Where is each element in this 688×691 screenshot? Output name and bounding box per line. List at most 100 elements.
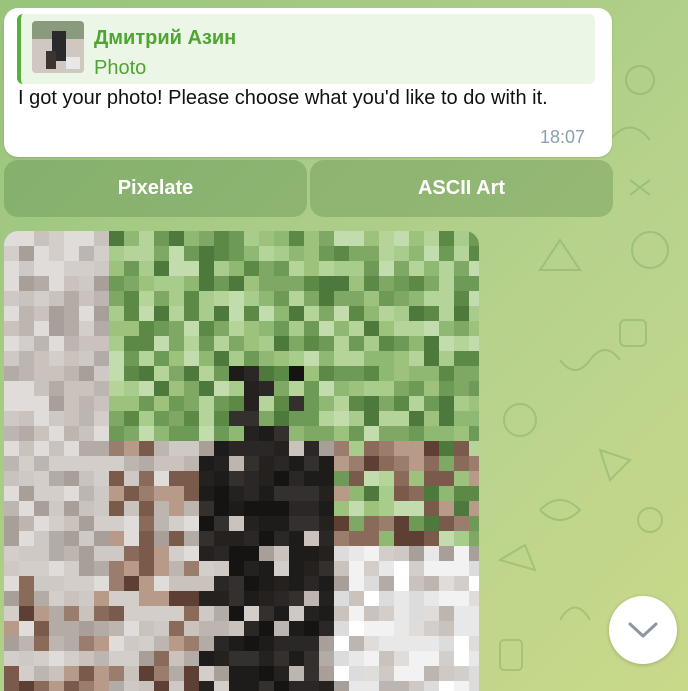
photo-pixel	[214, 651, 229, 666]
photo-pixel	[379, 456, 394, 471]
photo-pixel	[139, 486, 154, 501]
photo-pixel	[319, 456, 334, 471]
photo-pixel	[469, 486, 479, 501]
photo-pixel	[259, 576, 274, 591]
photo-pixel	[469, 396, 479, 411]
ascii-art-button[interactable]: ASCII Art	[310, 160, 613, 217]
photo-pixel	[199, 681, 214, 691]
photo-pixel	[364, 666, 379, 681]
chevron-down-icon	[628, 622, 658, 638]
photo-pixel	[244, 396, 259, 411]
photo-pixel	[184, 351, 199, 366]
photo-pixel	[424, 321, 439, 336]
photo-pixel	[409, 546, 424, 561]
photo-pixel	[349, 321, 364, 336]
photo-pixel	[364, 576, 379, 591]
photo-pixel	[34, 516, 49, 531]
photo-pixel	[124, 471, 139, 486]
photo-pixel	[274, 456, 289, 471]
photo-pixel	[49, 591, 64, 606]
photo-pixel	[94, 531, 109, 546]
reply-quote[interactable]: Дмитрий Азин Photo	[17, 14, 595, 84]
photo-pixel	[4, 516, 19, 531]
photo-pixel	[394, 636, 409, 651]
photo-pixel	[244, 336, 259, 351]
photo-pixel	[289, 666, 304, 681]
photo-pixel	[199, 306, 214, 321]
photo-pixel	[469, 306, 479, 321]
photo-pixel	[4, 351, 19, 366]
photo-pixel	[154, 591, 169, 606]
photo-pixel	[304, 381, 319, 396]
photo-pixel	[409, 381, 424, 396]
photo-pixel	[139, 651, 154, 666]
photo-pixel	[454, 651, 469, 666]
photo-pixel	[469, 516, 479, 531]
photo-pixel	[169, 501, 184, 516]
photo-pixel	[64, 516, 79, 531]
photo-pixel	[379, 351, 394, 366]
photo-pixel	[139, 321, 154, 336]
photo-pixel	[34, 351, 49, 366]
photo-pixel	[4, 366, 19, 381]
photo-pixel	[244, 291, 259, 306]
photo-pixel	[469, 441, 479, 456]
photo-pixel	[304, 426, 319, 441]
photo-pixel	[454, 486, 469, 501]
photo-pixel	[379, 231, 394, 246]
photo-pixel	[79, 471, 94, 486]
photo-pixel	[289, 291, 304, 306]
photo-pixel	[199, 456, 214, 471]
photo-pixel	[259, 381, 274, 396]
photo-pixel	[334, 411, 349, 426]
photo-pixel	[19, 381, 34, 396]
photo-pixel	[139, 546, 154, 561]
photo-pixel	[379, 441, 394, 456]
photo-pixel	[214, 666, 229, 681]
photo-pixel	[4, 336, 19, 351]
photo-pixel	[304, 576, 319, 591]
photo-pixel	[154, 516, 169, 531]
photo-pixel	[274, 486, 289, 501]
pixelated-photo[interactable]	[4, 231, 479, 691]
photo-pixel	[79, 591, 94, 606]
photo-pixel	[274, 246, 289, 261]
photo-pixel	[274, 681, 289, 691]
photo-pixel	[379, 681, 394, 691]
photo-pixel	[184, 561, 199, 576]
photo-pixel	[439, 411, 454, 426]
photo-pixel	[259, 456, 274, 471]
photo-pixel	[394, 426, 409, 441]
photo-pixel	[4, 606, 19, 621]
photo-pixel	[379, 321, 394, 336]
photo-pixel	[94, 351, 109, 366]
photo-pixel	[469, 411, 479, 426]
photo-pixel	[49, 246, 64, 261]
photo-pixel	[94, 231, 109, 246]
photo-pixel	[184, 246, 199, 261]
photo-pixel	[364, 231, 379, 246]
scroll-down-button[interactable]	[609, 596, 677, 664]
photo-pixel	[304, 681, 319, 691]
photo-pixel	[124, 576, 139, 591]
pixelate-button[interactable]: Pixelate	[4, 160, 307, 217]
photo-pixel	[214, 576, 229, 591]
photo-pixel	[454, 531, 469, 546]
photo-pixel	[139, 246, 154, 261]
photo-pixel	[94, 606, 109, 621]
photo-pixel	[229, 321, 244, 336]
photo-pixel	[229, 651, 244, 666]
photo-pixel	[424, 486, 439, 501]
photo-pixel	[19, 456, 34, 471]
photo-pixel	[214, 486, 229, 501]
photo-pixel	[94, 591, 109, 606]
photo-pixel	[439, 531, 454, 546]
photo-pixel	[379, 426, 394, 441]
photo-pixel	[34, 561, 49, 576]
photo-pixel	[259, 396, 274, 411]
photo-pixel	[94, 441, 109, 456]
photo-pixel	[409, 366, 424, 381]
photo-pixel	[409, 471, 424, 486]
photo-pixel	[409, 561, 424, 576]
photo-pixel	[244, 231, 259, 246]
